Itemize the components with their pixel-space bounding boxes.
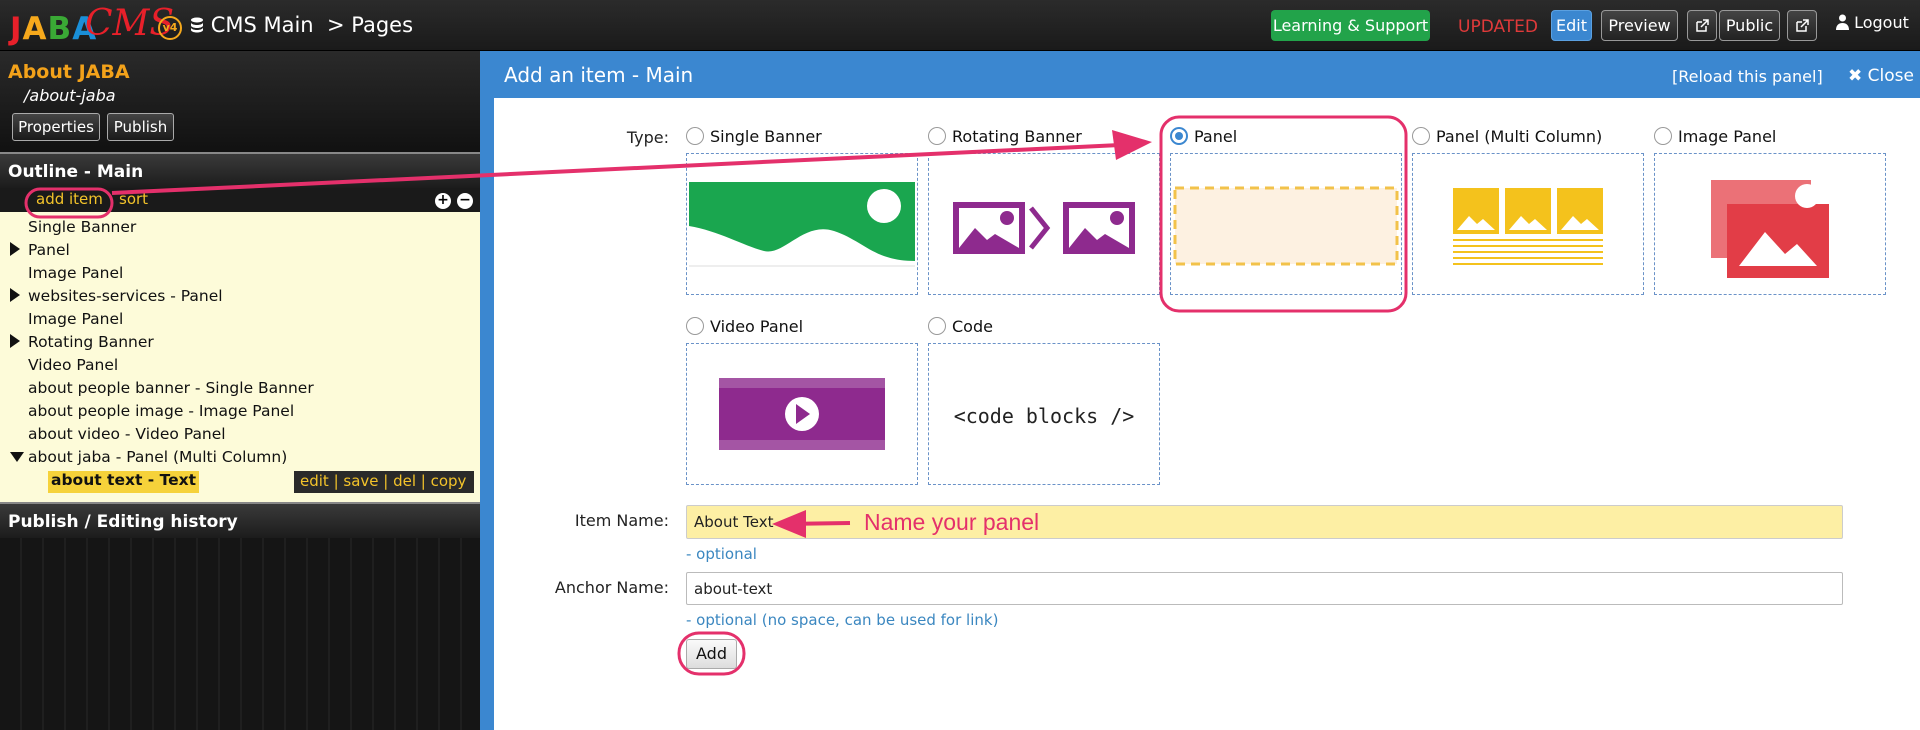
expand-arrow-icon[interactable] (10, 334, 20, 348)
radio-button[interactable] (686, 317, 704, 335)
outline-item[interactable]: about video - Video Panel (28, 425, 226, 447)
panel-header: Add an item - Main [Reload this panel] ✖… (494, 51, 1920, 98)
database-icon (191, 17, 203, 33)
public-button[interactable]: Public (1719, 10, 1780, 41)
reload-panel-link[interactable]: [Reload this panel] (1672, 67, 1823, 86)
sort-link[interactable]: sort (119, 190, 148, 208)
item-actions[interactable]: edit | save | del | copy (294, 471, 474, 493)
radio-button[interactable] (928, 317, 946, 335)
radio-button[interactable] (928, 127, 946, 145)
radio-button-selected[interactable] (1170, 127, 1188, 145)
external-link-icon (1796, 19, 1809, 32)
expand-arrow-icon[interactable] (10, 242, 20, 256)
outline-item[interactable]: about people image - Image Panel (28, 402, 294, 424)
history-header[interactable]: Publish / Editing history (0, 502, 480, 538)
item-name-label: Item Name: (574, 511, 669, 530)
add-button[interactable]: Add (686, 639, 737, 669)
outline-toolbar: add item sort + − (0, 188, 480, 212)
collapse-arrow-icon[interactable] (10, 452, 24, 462)
outline-item[interactable]: Single Banner (28, 218, 136, 240)
outline-list: Single Banner Panel Image Panel websites… (0, 212, 480, 502)
logout-label: Logout (1854, 13, 1909, 32)
collapse-all-icon[interactable]: − (457, 193, 473, 209)
top-bar: JABA CMS v4 CMS Main > Pages Learning & … (0, 0, 1920, 51)
outline-item[interactable]: websites-services - Panel (28, 287, 223, 309)
single-banner-thumbnail[interactable] (686, 153, 918, 295)
panel-thumbnail[interactable] (1170, 153, 1402, 295)
anchor-name-hint: - optional (no space, can be used for li… (686, 611, 999, 629)
preview-button[interactable]: Preview (1601, 10, 1678, 41)
breadcrumb: CMS Main > Pages (190, 13, 413, 37)
item-name-input[interactable] (686, 505, 1843, 539)
expand-arrow-icon[interactable] (10, 288, 20, 302)
page-slug: /about-jaba (24, 86, 116, 105)
outline-item[interactable]: Rotating Banner (28, 333, 154, 355)
radio-button[interactable] (1412, 127, 1430, 145)
page-header: About JABA /about-jaba Properties Publis… (0, 51, 480, 152)
public-external-button[interactable] (1787, 10, 1817, 41)
breadcrumb-separator: > (326, 13, 345, 37)
outline-item[interactable]: Image Panel (28, 264, 123, 286)
code-tile-text: <code blocks /> (953, 404, 1135, 428)
anchor-name-input[interactable] (686, 572, 1843, 605)
outline-item[interactable]: Video Panel (28, 356, 118, 378)
image-panel-thumbnail[interactable] (1654, 153, 1886, 295)
rotating-banner-thumbnail[interactable] (928, 153, 1160, 295)
radio-button[interactable] (1654, 127, 1672, 145)
add-item-link[interactable]: add item (36, 190, 103, 208)
annotation-text: Name your panel (864, 509, 1040, 535)
panel-title: Add an item - Main (504, 63, 694, 87)
outline-item[interactable]: about jaba - Panel (Multi Column) (28, 448, 287, 470)
preview-external-button[interactable] (1687, 10, 1717, 41)
outline-item[interactable]: Image Panel (28, 310, 123, 332)
close-button[interactable]: ✖ Close (1848, 66, 1914, 86)
sidebar: About JABA /about-jaba Properties Publis… (0, 51, 480, 730)
anchor-name-label: Anchor Name: (554, 578, 669, 597)
external-link-icon (1696, 19, 1709, 32)
close-icon: ✖ (1848, 66, 1863, 86)
type-label: Type: (626, 128, 669, 147)
edit-button[interactable]: Edit (1551, 10, 1592, 41)
properties-button[interactable]: Properties (12, 113, 100, 141)
learning-support-button[interactable]: Learning & Support (1271, 10, 1430, 41)
outline-item[interactable]: about people banner - Single Banner (28, 379, 314, 401)
expand-all-icon[interactable]: + (435, 193, 451, 209)
video-panel-thumbnail[interactable] (686, 343, 918, 485)
selected-outline-item[interactable]: about text - Text (48, 471, 200, 493)
panel-divider (480, 51, 494, 730)
code-thumbnail[interactable]: <code blocks /> (928, 343, 1160, 485)
logo-version-badge: v4 (158, 16, 182, 40)
panel-multi-column-thumbnail[interactable] (1412, 153, 1644, 295)
radio-button[interactable] (686, 127, 704, 145)
status-updated: UPDATED (1458, 17, 1539, 37)
page-title: About JABA (8, 61, 130, 83)
outline-item[interactable]: Panel (28, 241, 70, 263)
close-label: Close (1867, 66, 1914, 86)
breadcrumb-root[interactable]: CMS Main (211, 13, 314, 37)
breadcrumb-page[interactable]: Pages (351, 13, 413, 37)
logout-link[interactable]: Logout (1836, 13, 1909, 32)
sidebar-background (0, 538, 480, 730)
user-icon (1836, 14, 1849, 30)
item-name-hint: - optional (686, 545, 757, 563)
publish-button[interactable]: Publish (107, 113, 174, 141)
outline-header: Outline - Main (0, 152, 480, 188)
